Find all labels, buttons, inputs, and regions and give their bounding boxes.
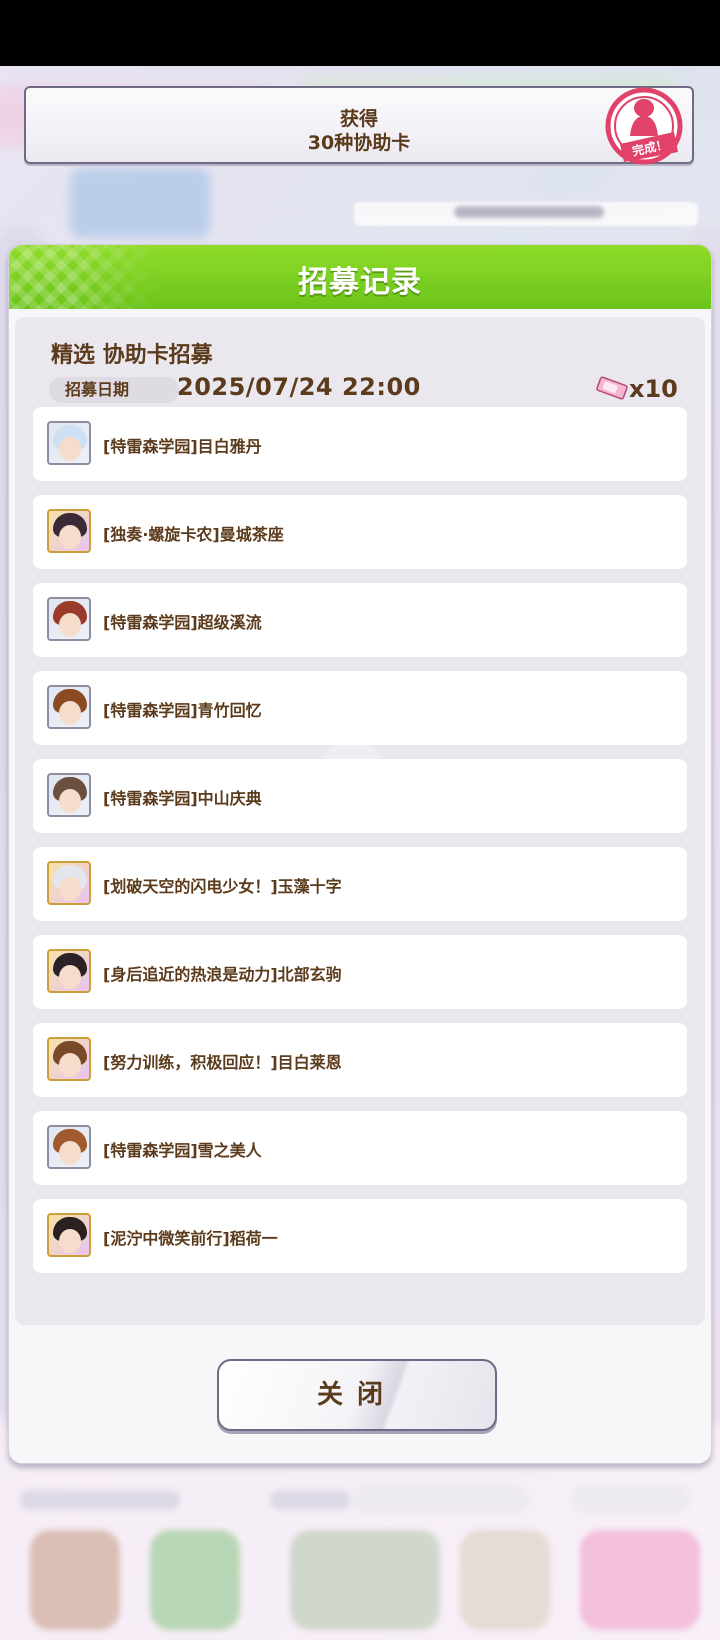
record-row[interactable]: [独奏·螺旋卡农]曼城茶座	[33, 495, 687, 569]
record-row[interactable]: [特雷森学园]雪之美人	[33, 1111, 687, 1185]
ticket-icon	[596, 376, 628, 400]
achievement-banner: 获得 30种协助卡 完成！	[24, 86, 694, 165]
record-row-label: [划破天空的闪电少女！]玉藻十字	[103, 877, 342, 896]
dialog-title: 招募记录	[298, 265, 422, 300]
support-card-icon	[47, 1037, 91, 1081]
record-row[interactable]: [努力训练，积极回应！]目白莱恩	[33, 1023, 687, 1097]
dialog-header: 招募记录	[9, 245, 711, 309]
support-card-icon	[47, 1213, 91, 1257]
record-row[interactable]: [泥泞中微笑前行]稻荷一	[33, 1199, 687, 1273]
record-row-label: [特雷森学园]雪之美人	[103, 1141, 262, 1160]
background-blur-text	[454, 206, 604, 218]
support-card-icon	[47, 509, 91, 553]
support-card-icon	[47, 597, 91, 641]
record-row-label: [特雷森学园]超级溪流	[103, 613, 262, 632]
support-card-icon	[47, 421, 91, 465]
recruit-history-dialog: 招募记录 精选 协助卡招募 招募日期 2025/07/24 22:00 x10 …	[8, 244, 712, 1464]
loading-star-icon	[318, 740, 386, 808]
record-row[interactable]: [划破天空的闪电少女！]玉藻十字	[33, 847, 687, 921]
record-row-label: [特雷森学园]中山庆典	[103, 789, 262, 808]
record-row-label: [特雷森学园]青竹回忆	[103, 701, 262, 720]
support-card-icon	[47, 1125, 91, 1169]
support-card-icon	[47, 861, 91, 905]
record-row[interactable]: [特雷森学园]目白雅丹	[33, 407, 687, 481]
completed-stamp-icon: 完成！	[605, 87, 683, 165]
background-blur-element	[70, 168, 210, 238]
record-row[interactable]: [特雷森学园]青竹回忆	[33, 671, 687, 745]
achievement-line1: 获得	[339, 108, 378, 130]
record-row[interactable]: [身后追近的热浪是动力]北部玄驹	[33, 935, 687, 1009]
support-card-icon	[47, 685, 91, 729]
ticket-count: x10	[629, 375, 678, 403]
support-card-icon	[47, 773, 91, 817]
record-row-label: [独奏·螺旋卡农]曼城茶座	[103, 525, 284, 544]
record-row-label: [身后追近的热浪是动力]北部玄驹	[103, 965, 342, 984]
close-button[interactable]: 关闭	[217, 1359, 497, 1431]
banner-name: 精选 协助卡招募	[51, 343, 213, 368]
bottom-nav-blurred	[0, 1470, 720, 1640]
record-row-label: [努力训练，积极回应！]目白莱恩	[103, 1053, 342, 1072]
date-label: 招募日期	[49, 377, 179, 403]
record-row-label: [泥泞中微笑前行]稻荷一	[103, 1229, 278, 1248]
support-card-icon	[47, 949, 91, 993]
achievement-line2: 30种协助卡	[307, 132, 411, 154]
record-row[interactable]: [特雷森学园]超级溪流	[33, 583, 687, 657]
date-value: 2025/07/24 22:00	[177, 373, 421, 401]
status-bar	[0, 0, 720, 66]
record-row-label: [特雷森学园]目白雅丹	[103, 437, 262, 456]
